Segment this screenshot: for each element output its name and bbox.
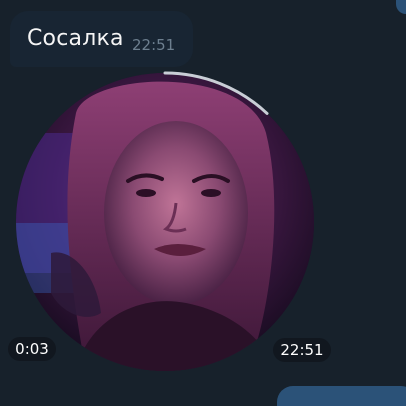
chat-view: Сосалка 22:51 0:03 22:51 — [0, 0, 406, 406]
video-time-badge: 22:51 — [273, 338, 331, 362]
message-time: 22:51 — [132, 36, 176, 54]
incoming-message-bubble[interactable]: Сосалка 22:51 — [10, 11, 193, 67]
playback-progress-ring — [14, 71, 316, 373]
message-text: Сосалка — [27, 26, 124, 51]
outgoing-bubble-edge — [396, 0, 406, 14]
video-note[interactable] — [14, 71, 316, 373]
outgoing-message-bubble[interactable] — [277, 386, 406, 406]
video-duration-badge: 0:03 — [8, 337, 56, 361]
